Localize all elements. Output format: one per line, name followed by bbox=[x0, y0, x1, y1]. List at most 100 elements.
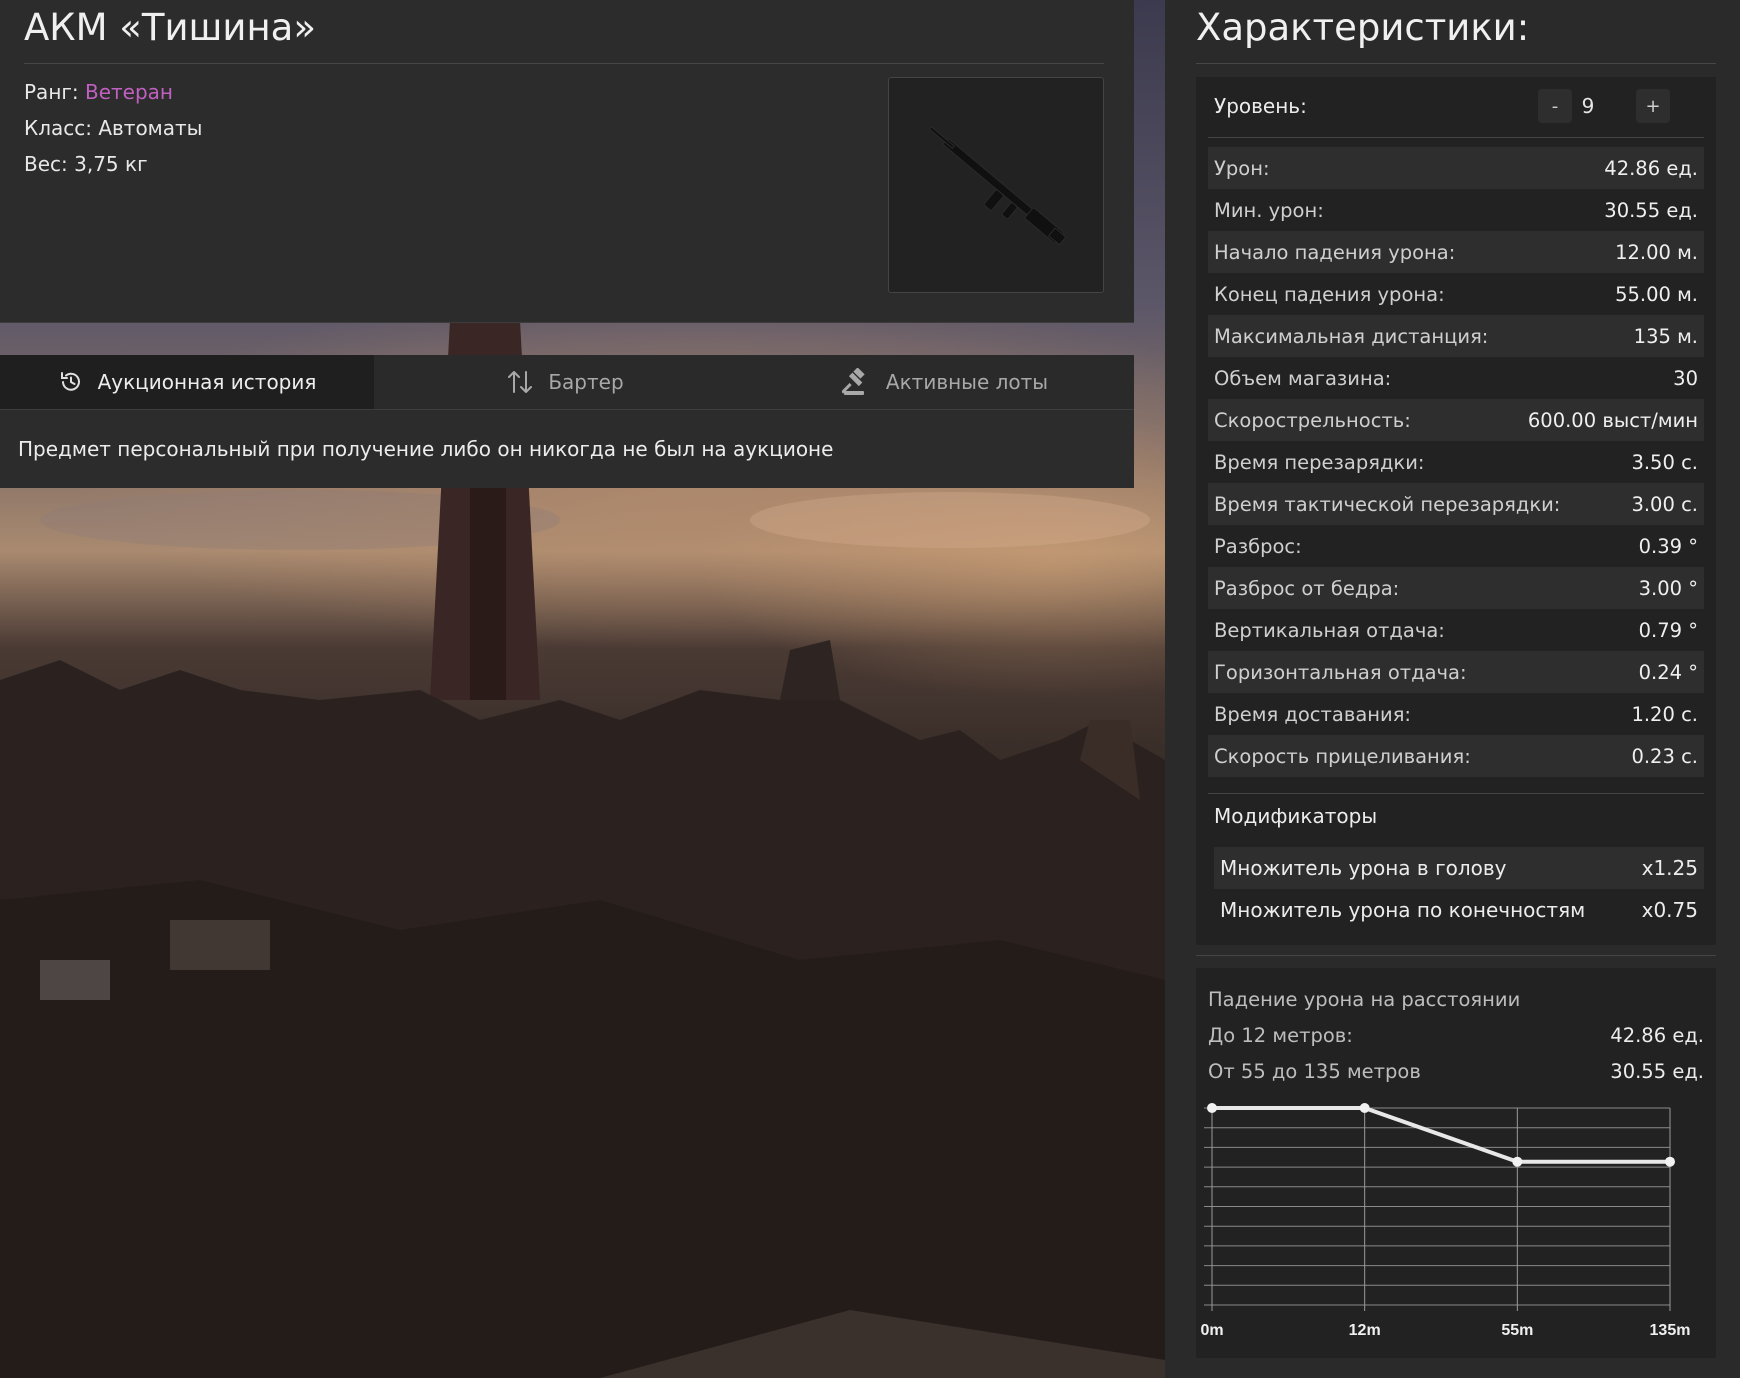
stat-label: Разброс: bbox=[1214, 534, 1302, 558]
stat-row: Скорость прицеливания: 0.23 с. bbox=[1208, 735, 1704, 777]
stat-row: Время тактической перезарядки: 3.00 с. bbox=[1208, 483, 1704, 525]
data-point bbox=[1359, 1103, 1370, 1113]
stat-value: 3.00 ° bbox=[1638, 576, 1698, 600]
item-title: АКМ «Тишина» bbox=[24, 6, 316, 49]
modifier-label: Множитель урона в голову bbox=[1220, 856, 1507, 880]
stat-label: Горизонтальная отдача: bbox=[1214, 660, 1467, 684]
stat-row: Скорострельность: 600.00 выст/мин bbox=[1208, 399, 1704, 441]
stat-row: Конец падения урона: 55.00 м. bbox=[1208, 273, 1704, 315]
stat-row: Время доставания: 1.20 с. bbox=[1208, 693, 1704, 735]
rank-label: Ранг: bbox=[24, 80, 79, 104]
stat-row: Разброс от бедра: 3.00 ° bbox=[1208, 567, 1704, 609]
divider bbox=[1208, 793, 1704, 794]
level-value: 9 bbox=[1581, 94, 1595, 118]
stat-row: Объем магазина: 30 bbox=[1208, 357, 1704, 399]
class-line: Класс: Автоматы bbox=[24, 116, 203, 140]
history-icon bbox=[58, 369, 84, 395]
modifiers-title: Модификаторы bbox=[1214, 804, 1378, 828]
stat-value: 12.00 м. bbox=[1615, 240, 1698, 264]
characteristics-panel: Характеристики: Уровень: - 9 + Урон: 42.8… bbox=[1165, 0, 1740, 1378]
stat-label: Мин. урон: bbox=[1214, 198, 1324, 222]
level-label: Уровень: bbox=[1214, 94, 1307, 118]
damage-series-line bbox=[1212, 1106, 1670, 1164]
stat-row: Разброс: 0.39 ° bbox=[1208, 525, 1704, 567]
stat-row: Вертикальная отдача: 0.79 ° bbox=[1208, 609, 1704, 651]
modifier-value: x1.25 bbox=[1641, 856, 1698, 880]
stat-row: Начало падения урона: 12.00 м. bbox=[1208, 231, 1704, 273]
damage-falloff-card: Падение урона на расстоянии До 12 метров… bbox=[1196, 968, 1716, 1358]
stat-row: Горизонтальная отдача: 0.24 ° bbox=[1208, 651, 1704, 693]
stat-value: 0.23 с. bbox=[1631, 744, 1698, 768]
tab-active-lots[interactable]: Активные лоты bbox=[756, 355, 1134, 409]
stats-card: Уровень: - 9 + Урон: 42.86 ед. Мин. урон:… bbox=[1196, 77, 1716, 945]
level-increase-button[interactable]: + bbox=[1636, 89, 1670, 123]
divider bbox=[1208, 137, 1704, 138]
stat-value: 0.24 ° bbox=[1638, 660, 1698, 684]
stat-label: Время перезарядки: bbox=[1214, 450, 1425, 474]
falloff-title: Падение урона на расстоянии bbox=[1208, 988, 1521, 1011]
stat-value: 600.00 выст/мин bbox=[1527, 408, 1698, 432]
stat-label: Урон: bbox=[1214, 156, 1270, 180]
falloff-row: До 12 метров: 42.86 ед. bbox=[1208, 1024, 1704, 1047]
rank-line: Ранг: Ветеран bbox=[24, 80, 173, 104]
falloff-value: 42.86 ед. bbox=[1610, 1024, 1704, 1047]
damage-falloff-chart: 0m 12m 55m 135m bbox=[1200, 1103, 1691, 1338]
stat-value: 42.86 ед. bbox=[1604, 156, 1698, 180]
stat-label: Максимальная дистанция: bbox=[1214, 324, 1489, 348]
stat-value: 1.20 с. bbox=[1631, 702, 1698, 726]
modifier-label: Множитель урона по конечностям bbox=[1220, 898, 1586, 922]
stat-value: 55.00 м. bbox=[1615, 282, 1698, 306]
stat-label: Скорострельность: bbox=[1214, 408, 1411, 432]
x-tick-label: 55m bbox=[1501, 1322, 1533, 1338]
tab-label: Бартер bbox=[548, 370, 624, 394]
divider bbox=[24, 63, 1104, 64]
data-point bbox=[1512, 1156, 1523, 1167]
tab-barter[interactable]: Бартер bbox=[374, 355, 756, 409]
stat-row: Мин. урон: 30.55 ед. bbox=[1208, 189, 1704, 231]
auction-tabs: Аукционная история Бартер Активные лоты bbox=[0, 355, 1134, 410]
stat-label: Время доставания: bbox=[1214, 702, 1411, 726]
falloff-label: От 55 до 135 метров bbox=[1208, 1060, 1421, 1083]
falloff-label: До 12 метров: bbox=[1208, 1024, 1353, 1047]
notice-text: Предмет персональный при получение либо … bbox=[18, 437, 834, 461]
x-tick-label: 135m bbox=[1650, 1322, 1691, 1338]
level-decrease-button[interactable]: - bbox=[1538, 89, 1572, 123]
stat-row: Время перезарядки: 3.50 с. bbox=[1208, 441, 1704, 483]
item-info-panel: АКМ «Тишина» Ранг: Ветеран Класс: Автома… bbox=[0, 0, 1134, 323]
stat-value: 135 м. bbox=[1633, 324, 1698, 348]
modifier-row: Множитель урона по конечностям x0.75 bbox=[1214, 889, 1704, 931]
weight-line: Вес: 3,75 кг bbox=[24, 152, 148, 176]
stat-row: Максимальная дистанция: 135 м. bbox=[1208, 315, 1704, 357]
stat-value: 3.50 с. bbox=[1631, 450, 1698, 474]
stat-value: 30.55 ед. bbox=[1604, 198, 1698, 222]
stat-label: Время тактической перезарядки: bbox=[1214, 492, 1561, 516]
stat-value: 0.39 ° bbox=[1638, 534, 1698, 558]
stat-value: 0.79 ° bbox=[1638, 618, 1698, 642]
weapon-image bbox=[888, 77, 1104, 293]
falloff-row: От 55 до 135 метров 30.55 ед. bbox=[1208, 1060, 1704, 1083]
rifle-icon bbox=[928, 126, 1067, 246]
characteristics-title: Характеристики: bbox=[1196, 6, 1530, 49]
stat-row: Урон: 42.86 ед. bbox=[1208, 147, 1704, 189]
data-point bbox=[1665, 1156, 1675, 1167]
modifier-value: x0.75 bbox=[1641, 898, 1698, 922]
tab-auction-history[interactable]: Аукционная история bbox=[0, 355, 374, 409]
divider bbox=[1196, 63, 1716, 64]
rank-value: Ветеран bbox=[85, 80, 174, 104]
stat-label: Конец падения урона: bbox=[1214, 282, 1445, 306]
stat-label: Разброс от бедра: bbox=[1214, 576, 1400, 600]
stat-label: Начало падения урона: bbox=[1214, 240, 1456, 264]
x-tick-label: 0m bbox=[1200, 1322, 1223, 1338]
auction-notice: Предмет персональный при получение либо … bbox=[0, 410, 1134, 488]
stat-label: Скорость прицеливания: bbox=[1214, 744, 1471, 768]
data-point bbox=[1207, 1103, 1217, 1113]
tab-label: Активные лоты bbox=[885, 370, 1049, 394]
tab-label: Аукционная история bbox=[97, 370, 317, 394]
modifier-row: Множитель урона в голову x1.25 bbox=[1214, 847, 1704, 889]
x-tick-label: 12m bbox=[1349, 1322, 1381, 1338]
falloff-value: 30.55 ед. bbox=[1610, 1060, 1704, 1083]
level-row: Уровень: - 9 + bbox=[1196, 77, 1716, 137]
gavel-icon bbox=[841, 368, 872, 396]
stat-value: 30 bbox=[1673, 366, 1698, 390]
swap-arrows-icon bbox=[506, 369, 534, 395]
